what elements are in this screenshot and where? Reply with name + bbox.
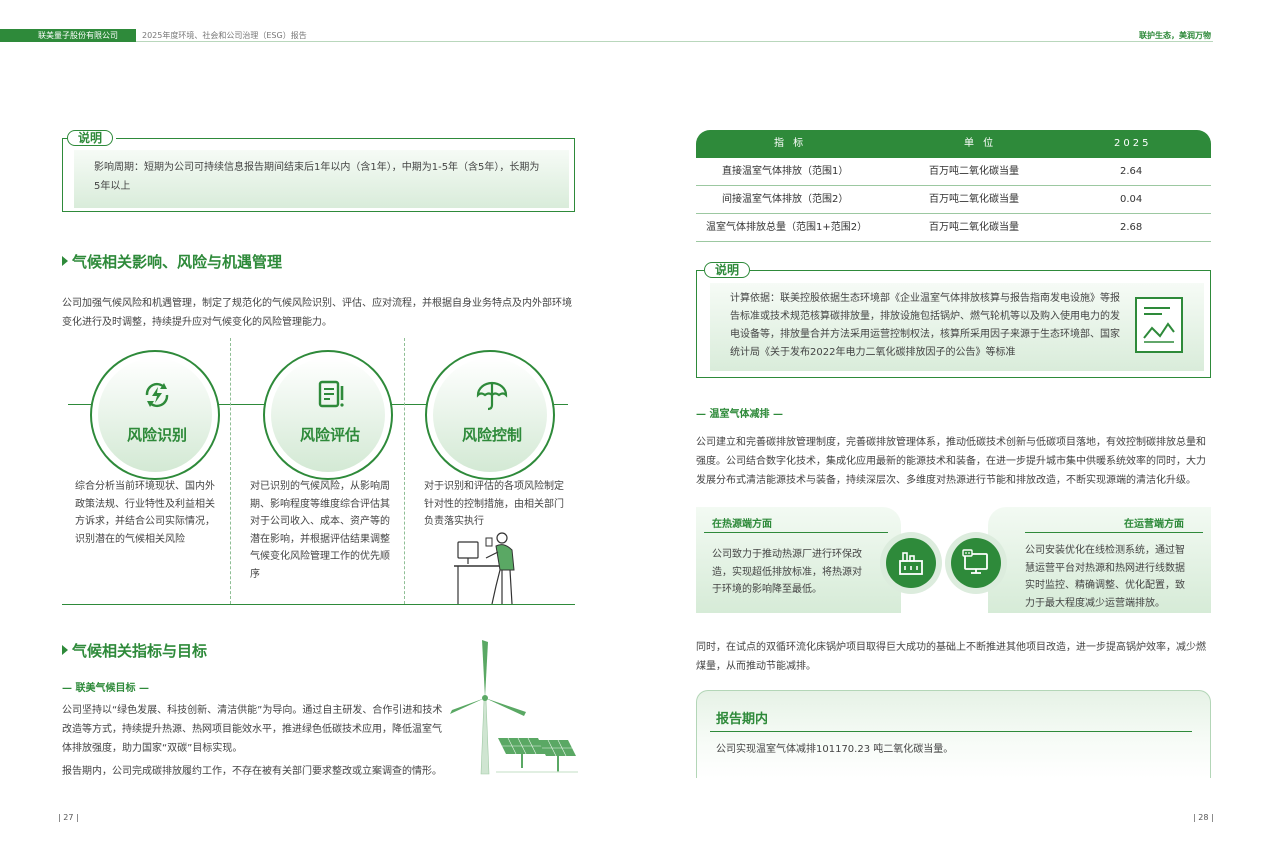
risk-assess-circle: 风险评估 <box>263 350 393 480</box>
table-row: 直接温室气体排放（范围1） 百万吨二氧化碳当量 2.64 <box>696 158 1211 186</box>
chart-document-icon <box>1135 297 1183 353</box>
section-bottom-line <box>62 604 575 605</box>
compliance-text: 报告期内，公司完成碳排放履约工作，不存在被有关部门要求整改或立案调查的情形。 <box>62 766 442 777</box>
risk-identify-circle: 风险识别 <box>90 350 220 480</box>
note-text: 影响周期：短期为公司可持续信息报告期间结束后1年以内（含1年），中期为1-5年（… <box>94 162 540 192</box>
boiler-text: 同时，在试点的双循环流化床锅炉项目取得巨大成功的基础上不断推进其他项目改造，进一… <box>696 642 1206 672</box>
card-title: 在热源端方面 <box>712 519 772 530</box>
section-intro: 公司加强气候风险和机遇管理，制定了规范化的气候风险识别、评估、应对流程，并根据自… <box>62 298 572 328</box>
factory-icon <box>899 552 923 575</box>
page-number-right: | 28 | <box>1193 813 1214 822</box>
triangle-icon <box>62 256 68 266</box>
climate-goal-subtitle: — 联美气候目标 — <box>62 683 149 694</box>
reduction-intro: 公司建立和完善碳排放管理制度，完善碳排放管理体系，推动低碳技术创新与低碳项目落地… <box>696 437 1206 486</box>
monitor-icon-badge <box>945 532 1007 594</box>
column-divider <box>230 338 231 604</box>
note-label: 说明 <box>704 262 751 278</box>
column-divider <box>404 338 405 604</box>
climate-goal-text: 公司坚持以“绿色发展、科技创新、清洁供能”为导向。通过自主研发、合作引进和技术改… <box>62 705 443 754</box>
factory-icon-badge <box>880 532 942 594</box>
company-name-tag: 联美量子股份有限公司 <box>0 29 136 42</box>
step-title: 风险评估 <box>299 426 360 444</box>
wind-solar-illustration <box>450 640 578 775</box>
step-title: 风险识别 <box>126 426 187 444</box>
card-title: 在运营端方面 <box>1124 519 1184 530</box>
step-text-control: 对于识别和评估的各项风险制定针对性的控制措施，由相关部门负责落实执行 <box>424 481 564 527</box>
card-text: 公司致力于推动热源厂进行环保改造，实现超低排放标准，将热源对于环境的影响降至最低… <box>712 549 862 595</box>
section-title-climate-risk: 气候相关影响、风险与机遇管理 <box>62 251 282 272</box>
note-label: 说明 <box>67 130 114 146</box>
header-divider <box>136 41 1213 42</box>
slogan: 联护生态，美润万物 <box>1139 31 1211 40</box>
step-title: 风险控制 <box>461 426 522 444</box>
office-worker-illustration <box>454 532 515 605</box>
lightning-recycle-icon <box>145 382 169 408</box>
calc-basis-text: 计算依据：联美控股依据生态环境部《企业温室气体排放核算与报告指南发电设施》等报告… <box>730 293 1120 358</box>
column-header: 指 标 <box>774 138 807 149</box>
table-row: 间接温室气体排放（范围2） 百万吨二氧化碳当量 0.04 <box>696 186 1211 214</box>
section-title-climate-metrics: 气候相关指标与目标 <box>62 640 207 661</box>
page-number-left: | 27 | <box>58 813 79 822</box>
reduction-subtitle: — 温室气体减排 — <box>696 409 783 420</box>
emission-table-header: 指 标 单 位 2025 <box>696 130 1211 158</box>
triangle-icon <box>62 645 68 655</box>
column-header: 单 位 <box>964 138 997 149</box>
report-period-title: 报告期内 <box>716 712 769 727</box>
report-period-box <box>696 690 1211 778</box>
risk-control-circle: 风险控制 <box>425 350 555 480</box>
column-header: 2025 <box>1114 138 1152 149</box>
table-row: 温室气体排放总量（范围1+范围2） 百万吨二氧化碳当量 2.68 <box>696 214 1211 242</box>
monitor-icon <box>962 549 988 574</box>
card-text: 公司安装优化在线检测系统，通过智慧运营平台对热源和热网进行线数据实时监控、精确调… <box>1025 545 1185 609</box>
step-text-identify: 综合分析当前环境现状、国内外政策法规、行业特性及利益相关方诉求，并结合公司实际情… <box>75 481 215 545</box>
step-text-assess: 对已识别的气候风险，从影响周期、影响程度等维度综合评估其对于公司收入、成本、资产… <box>250 481 390 580</box>
umbrella-icon <box>476 381 508 411</box>
document-alert-icon <box>318 380 344 408</box>
report-period-text: 公司实现温室气体减排101170.23 吨二氧化碳当量。 <box>716 744 954 755</box>
